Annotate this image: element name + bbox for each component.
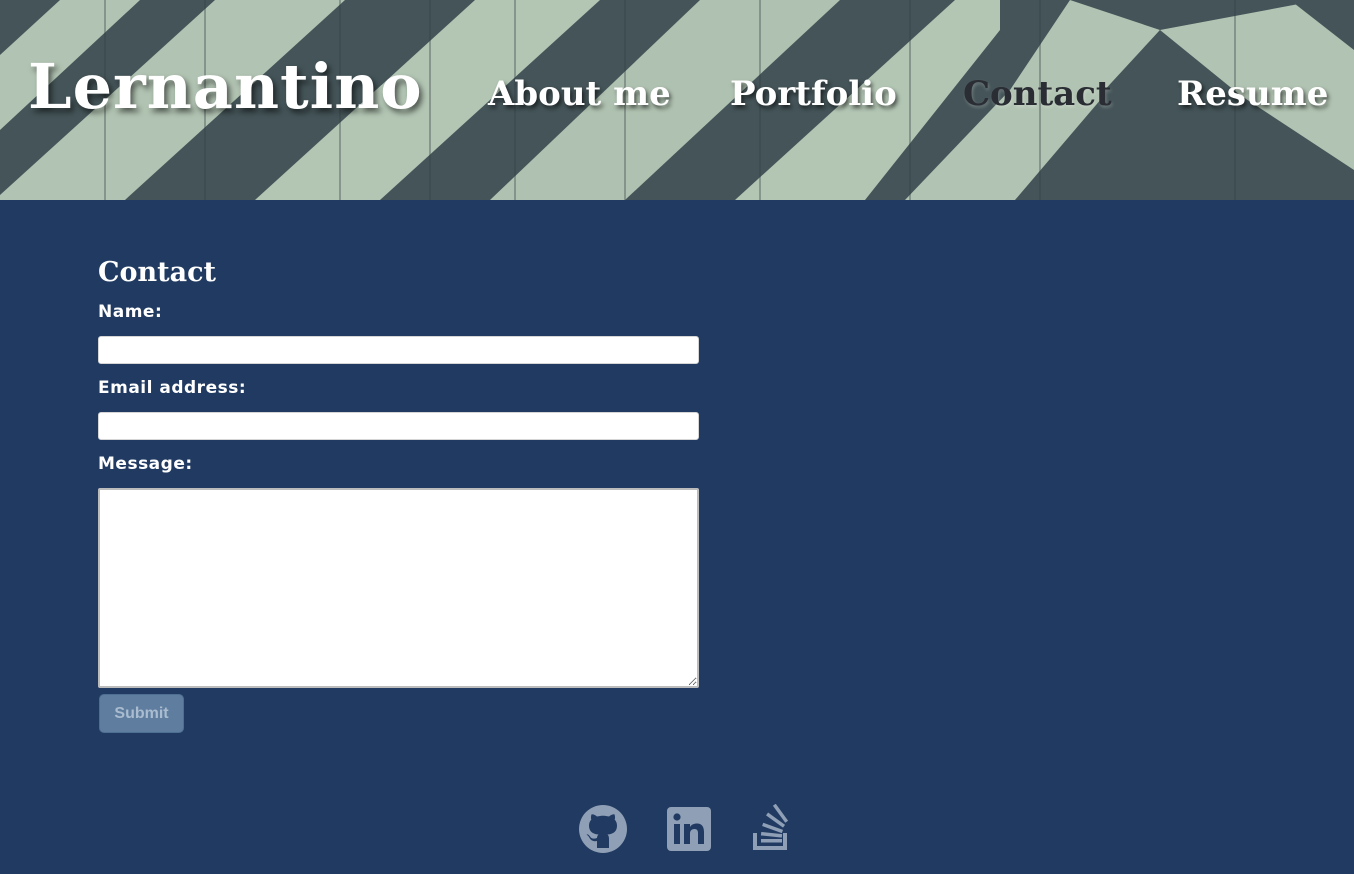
- main-nav: About me Portfolio Contact Resume: [0, 74, 1354, 124]
- nav-resume[interactable]: Resume: [1177, 74, 1328, 114]
- name-label: Name:: [98, 302, 163, 322]
- message-textarea[interactable]: [98, 488, 699, 688]
- message-label: Message:: [98, 454, 193, 474]
- github-icon[interactable]: [578, 804, 628, 858]
- nav-portfolio[interactable]: Portfolio: [730, 74, 897, 114]
- site-header: Lernantino About me Portfolio Contact Re…: [0, 0, 1354, 200]
- email-input[interactable]: [98, 412, 699, 440]
- contact-section: Contact Name: Email address: Message: Su…: [98, 254, 700, 733]
- submit-button[interactable]: Submit: [99, 694, 184, 733]
- footer-social-links: [578, 803, 798, 856]
- contact-title: Contact: [98, 257, 217, 288]
- nav-contact[interactable]: Contact: [963, 74, 1112, 114]
- name-input[interactable]: [98, 336, 699, 364]
- linkedin-icon[interactable]: [666, 804, 712, 856]
- email-label: Email address:: [98, 378, 247, 398]
- nav-about-me[interactable]: About me: [488, 74, 671, 114]
- contact-form: Name: Email address: Message: Submit: [98, 300, 700, 733]
- stack-overflow-icon[interactable]: [750, 803, 792, 856]
